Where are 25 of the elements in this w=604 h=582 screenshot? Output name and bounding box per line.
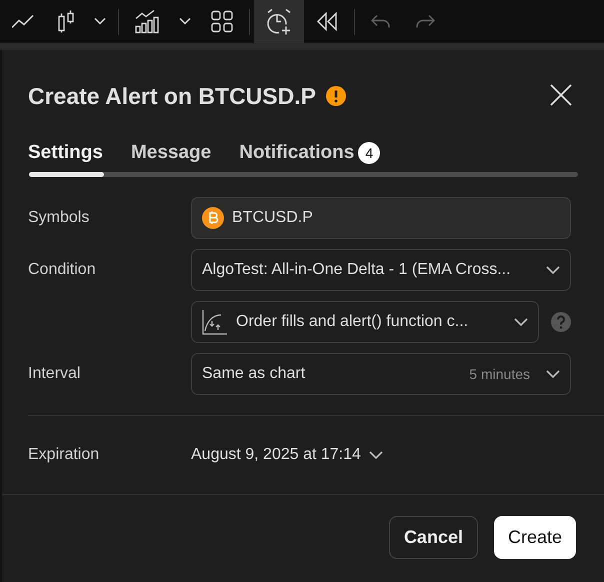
add-alarm-icon[interactable] bbox=[254, 0, 304, 43]
field-label: Condition bbox=[28, 261, 97, 279]
field-label: Interval bbox=[28, 365, 82, 383]
caret-icon bbox=[368, 451, 383, 459]
bitcoin-icon bbox=[202, 207, 224, 229]
expiration-dropdown[interactable]: August 9, 2025 at 17:14 bbox=[191, 446, 383, 464]
create-button[interactable]: Create bbox=[494, 516, 576, 559]
cancel-button[interactable]: Cancel bbox=[388, 516, 478, 559]
count-badge: 4 bbox=[358, 142, 380, 164]
symbol-field[interactable]: BTCUSD.P bbox=[191, 197, 571, 239]
dropdown[interactable]: AlgoTest: All-in-One Delta - 1 (EMA Cross... bbox=[191, 249, 571, 291]
dropdown[interactable]: Order fills and alert() function c... bbox=[191, 301, 539, 343]
dropdown[interactable]: Same as chart 5 minutes bbox=[191, 353, 571, 395]
field-label: Expiration bbox=[28, 446, 100, 464]
strategy-icon bbox=[202, 309, 228, 335]
tab[interactable]: Message bbox=[130, 142, 212, 164]
field-label: Symbols bbox=[28, 209, 90, 227]
tab[interactable]: Notifications 4 bbox=[239, 142, 380, 164]
caret-icon bbox=[514, 318, 528, 326]
tab[interactable]: Settings bbox=[28, 142, 103, 164]
caret-icon bbox=[546, 370, 560, 378]
close-button[interactable] bbox=[550, 84, 572, 108]
caret-icon bbox=[546, 266, 560, 274]
warning-icon bbox=[326, 86, 346, 106]
dialog-title: Create Alert on BTCUSD.P bbox=[28, 82, 316, 110]
